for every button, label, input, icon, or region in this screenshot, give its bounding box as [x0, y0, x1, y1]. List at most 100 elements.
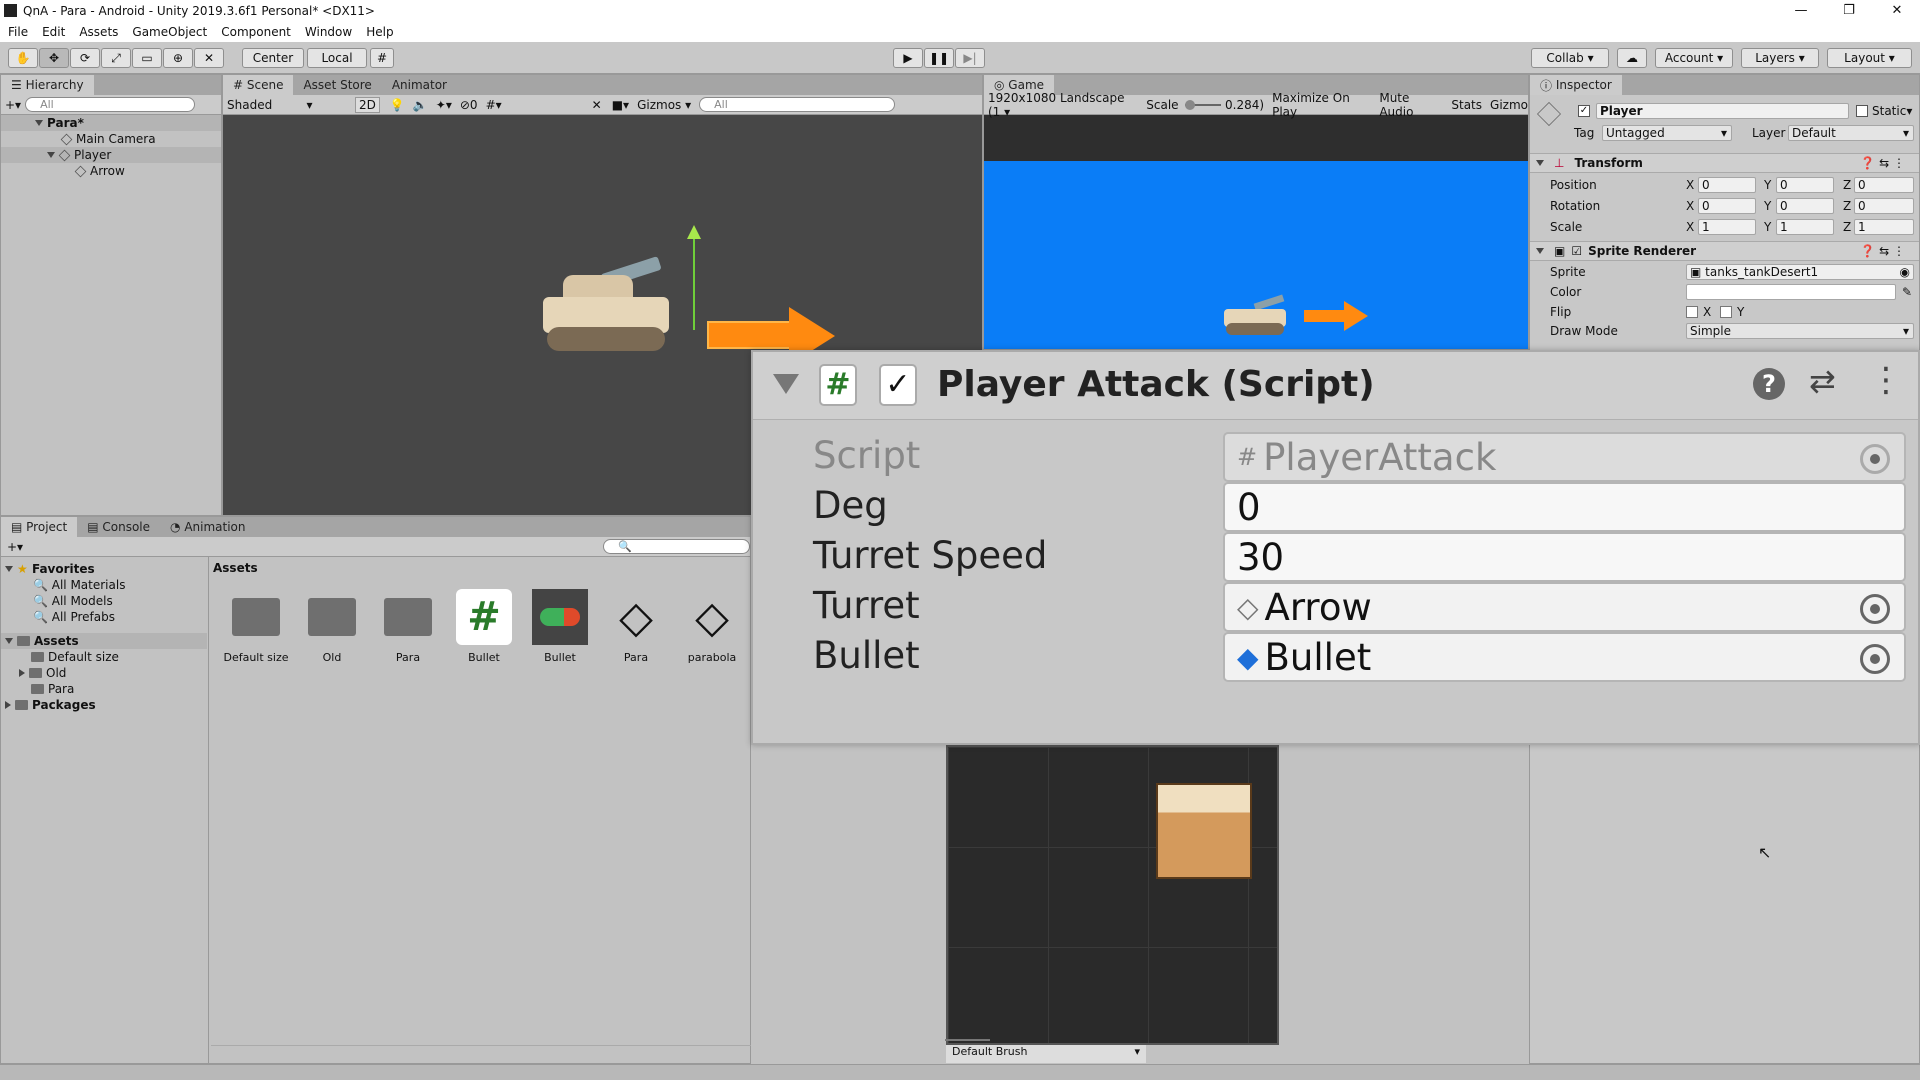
- script-field[interactable]: # PlayerAttack: [1223, 432, 1906, 482]
- hidden-objects-toggle[interactable]: ⊘0: [460, 98, 478, 112]
- project-search-input[interactable]: 🔍: [603, 539, 750, 554]
- step-button[interactable]: ▶|: [955, 48, 985, 68]
- create-button[interactable]: +▾: [5, 98, 21, 112]
- favorite-all-prefabs[interactable]: 🔍 All Prefabs: [33, 609, 115, 625]
- scale-x-field[interactable]: 1: [1698, 219, 1756, 235]
- turret-speed-field[interactable]: 30: [1223, 532, 1906, 582]
- gizmos-dropdown[interactable]: Gizmos ▾: [637, 98, 691, 112]
- pivot-local-button[interactable]: Local: [307, 48, 367, 68]
- tab-animator[interactable]: Animator: [382, 75, 457, 95]
- eyedropper-icon[interactable]: ✎: [1902, 285, 1912, 299]
- position-z-field[interactable]: 0: [1854, 177, 1914, 193]
- scale-slider[interactable]: [1184, 99, 1222, 110]
- scale-z-field[interactable]: 1: [1854, 219, 1914, 235]
- gizmo-arrow-up-icon[interactable]: [687, 225, 701, 239]
- color-field[interactable]: [1686, 284, 1896, 300]
- turret-object-field[interactable]: ◇ Arrow: [1223, 582, 1906, 632]
- rect-tool-icon[interactable]: ▭: [132, 48, 162, 68]
- menu-window[interactable]: Window: [305, 25, 352, 39]
- menu-file[interactable]: File: [8, 25, 28, 39]
- grid-icon[interactable]: #▾: [486, 98, 502, 112]
- tab-project[interactable]: ▤ Project: [1, 517, 78, 537]
- preset-icon[interactable]: ⇄: [1809, 362, 1836, 400]
- hierarchy-player[interactable]: Player: [1, 147, 221, 163]
- tab-hierarchy[interactable]: ☰ Hierarchy: [1, 75, 94, 95]
- tab-inspector[interactable]: ⓘ Inspector: [1530, 75, 1622, 95]
- tab-animation[interactable]: ◔ Animation: [160, 517, 255, 537]
- tab-console[interactable]: ▤ Console: [77, 517, 160, 537]
- menu-help[interactable]: Help: [366, 25, 393, 39]
- asset-item[interactable]: Default size: [221, 589, 291, 664]
- move-tool-icon[interactable]: ✥: [39, 48, 69, 68]
- help-icon[interactable]: ?: [1753, 368, 1785, 400]
- asset-item[interactable]: Bullet: [525, 589, 595, 664]
- object-picker-icon[interactable]: [1860, 644, 1890, 674]
- asset-item[interactable]: # Bullet: [449, 589, 519, 664]
- hand-tool-icon[interactable]: ✋: [8, 48, 38, 68]
- rotation-y-field[interactable]: 0: [1776, 198, 1834, 214]
- hierarchy-main-camera[interactable]: Main Camera: [1, 131, 156, 147]
- pivot-center-button[interactable]: Center: [242, 48, 304, 68]
- object-name-field[interactable]: Player: [1596, 103, 1849, 119]
- sprite-field[interactable]: ▣ tanks_tankDesert1 ◉: [1686, 264, 1914, 280]
- foldout-triangle-icon[interactable]: [773, 374, 799, 394]
- camera-icon[interactable]: ■▾: [612, 98, 629, 112]
- rotation-x-field[interactable]: 0: [1698, 198, 1756, 214]
- active-checkbox[interactable]: ✓: [1578, 105, 1590, 117]
- 2d-toggle[interactable]: 2D: [355, 96, 380, 113]
- snap-icon[interactable]: #: [370, 48, 394, 68]
- sprite-renderer-enabled-checkbox[interactable]: ☑: [1571, 244, 1582, 258]
- lighting-icon[interactable]: 💡: [390, 98, 405, 112]
- effects-icon[interactable]: ✦▾: [436, 98, 452, 112]
- rotate-tool-icon[interactable]: ⟳: [70, 48, 100, 68]
- asset-item[interactable]: ◇ Para: [601, 589, 671, 665]
- minimize-icon[interactable]: —: [1778, 0, 1824, 21]
- zoom-slider[interactable]: [945, 1039, 990, 1041]
- scale-tool-icon[interactable]: ⤢: [101, 48, 131, 68]
- hierarchy-arrow[interactable]: Arrow: [1, 163, 125, 179]
- asset-item[interactable]: Old: [297, 589, 367, 664]
- rotation-z-field[interactable]: 0: [1854, 198, 1914, 214]
- layout-dropdown[interactable]: Layout ▾: [1827, 48, 1912, 68]
- restore-icon[interactable]: ❐: [1826, 0, 1872, 21]
- component-menu-icon[interactable]: ❓ ⇆ ⋮: [1860, 244, 1905, 258]
- game-viewport[interactable]: [984, 161, 1528, 349]
- project-breadcrumb[interactable]: Assets: [213, 561, 258, 575]
- menu-assets[interactable]: Assets: [79, 25, 118, 39]
- bullet-object-field[interactable]: ◆ Bullet: [1223, 632, 1906, 682]
- tag-dropdown[interactable]: Untagged ▾: [1602, 125, 1732, 141]
- shading-dropdown[interactable]: Shaded ▾: [227, 98, 345, 112]
- account-dropdown[interactable]: Account ▾: [1655, 48, 1733, 68]
- flip-y-checkbox[interactable]: [1720, 306, 1732, 318]
- enabled-checkbox[interactable]: ✓: [879, 364, 917, 406]
- layers-dropdown[interactable]: Layers ▾: [1741, 48, 1819, 68]
- resolution-dropdown[interactable]: 1920x1080 Landscape (1 ▾: [988, 91, 1136, 119]
- tile-palette-grid[interactable]: [946, 745, 1279, 1045]
- deg-field[interactable]: 0: [1223, 482, 1906, 532]
- stats-toggle[interactable]: Stats: [1451, 98, 1482, 112]
- static-dropdown[interactable]: Static▾: [1872, 104, 1912, 118]
- scene-search-input[interactable]: All: [699, 97, 896, 112]
- draw-mode-dropdown[interactable]: Simple ▾: [1686, 323, 1914, 339]
- cloud-icon[interactable]: ☁: [1617, 48, 1647, 68]
- transform-tool-icon[interactable]: ⊕: [163, 48, 193, 68]
- move-gizmo-y[interactable]: [693, 235, 695, 330]
- asset-item[interactable]: Para: [373, 589, 443, 664]
- folder-old[interactable]: Old: [19, 665, 66, 681]
- audio-icon[interactable]: 🔈: [413, 98, 428, 112]
- tab-scene[interactable]: # Scene: [223, 75, 294, 95]
- asset-item[interactable]: ◇ parabola: [677, 589, 747, 665]
- game-gizmos-toggle[interactable]: Gizmo: [1490, 98, 1528, 112]
- transform-header[interactable]: ⊥ Transform ❓ ⇆ ⋮: [1530, 153, 1919, 173]
- hierarchy-search-input[interactable]: All: [25, 97, 196, 112]
- sand-tile[interactable]: [1156, 783, 1252, 879]
- project-create-button[interactable]: +▾: [7, 540, 23, 554]
- custom-tool-icon[interactable]: ✕: [194, 48, 224, 68]
- layer-dropdown[interactable]: Default ▾: [1788, 125, 1914, 141]
- mute-audio-toggle[interactable]: Mute Audio: [1379, 91, 1441, 119]
- favorites-header[interactable]: ★ Favorites: [5, 561, 95, 577]
- static-checkbox[interactable]: [1856, 105, 1868, 117]
- hierarchy-scene-para[interactable]: Para*: [1, 115, 221, 131]
- component-menu-icon[interactable]: ❓ ⇆ ⋮: [1860, 156, 1905, 170]
- sprite-renderer-header[interactable]: ▣ ☑ Sprite Renderer ❓ ⇆ ⋮: [1530, 241, 1919, 261]
